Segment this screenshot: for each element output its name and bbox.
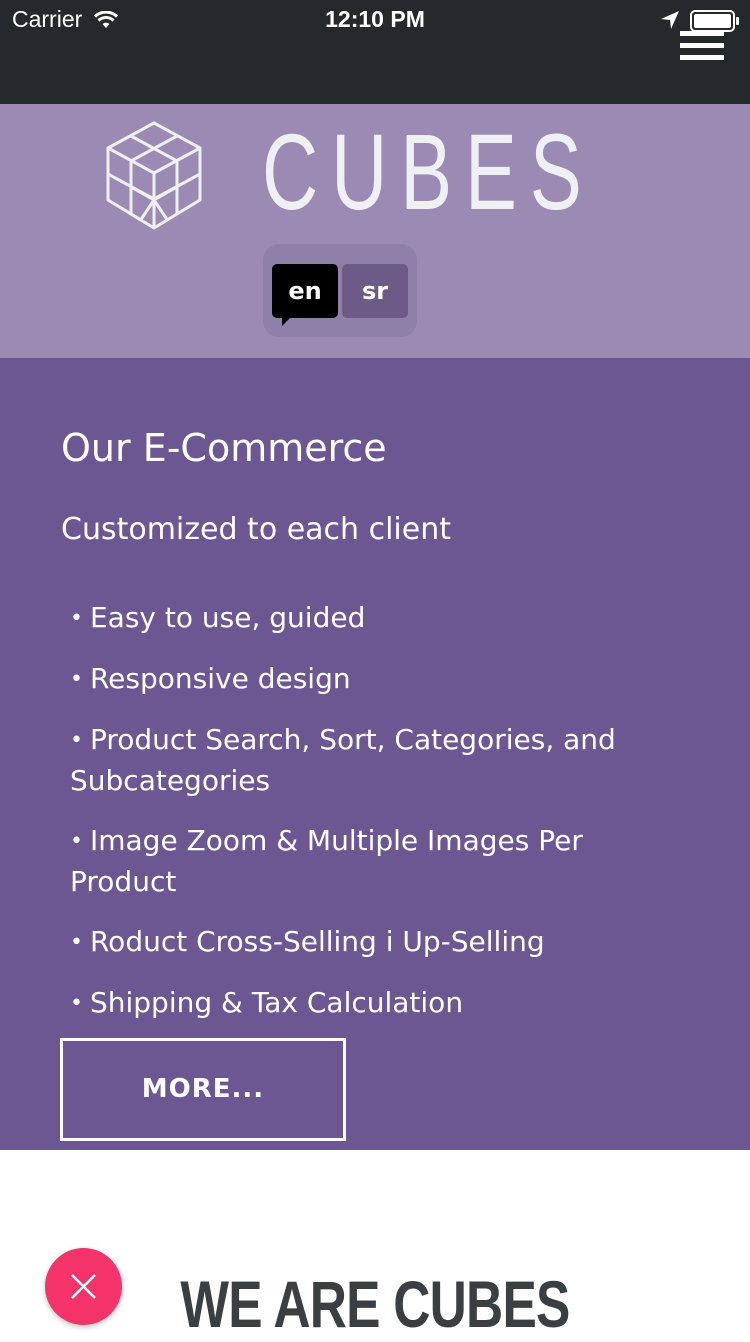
section-title: Our E-Commerce <box>61 426 387 470</box>
feature-item: Roduct Cross-Selling i Up-Selling <box>70 922 670 963</box>
hamburger-menu-icon[interactable] <box>680 31 724 63</box>
brand-logo-text: CUBES <box>262 111 595 232</box>
close-icon <box>71 1274 96 1299</box>
language-switcher: en sr <box>263 244 417 337</box>
about-heading: WE ARE CUBES <box>180 1267 570 1341</box>
top-bar: Carrier 12:10 PM <box>0 0 750 104</box>
feature-item: Easy to use, guided <box>70 598 670 639</box>
section-subtitle: Customized to each client <box>61 512 451 547</box>
language-en-button[interactable]: en <box>272 264 338 326</box>
feature-item: Responsive design <box>70 659 670 700</box>
feature-item: Product Search, Sort, Categories, and Su… <box>70 720 670 801</box>
language-sr-button[interactable]: sr <box>342 264 408 318</box>
feature-item: Shipping & Tax Calculation <box>70 983 670 1024</box>
cube-logo-icon <box>106 121 202 230</box>
feature-item: Image Zoom & Multiple Images Per Product <box>70 821 670 902</box>
ecommerce-section: Our E-Commerce Customized to each client… <box>0 358 750 1150</box>
battery-icon <box>690 10 739 32</box>
location-arrow-icon <box>661 11 679 29</box>
close-fab-button[interactable] <box>45 1248 122 1325</box>
more-button[interactable]: MORE... <box>60 1038 346 1141</box>
feature-list: Easy to use, guided Responsive design Pr… <box>70 598 670 1044</box>
status-time: 12:10 PM <box>325 6 425 32</box>
